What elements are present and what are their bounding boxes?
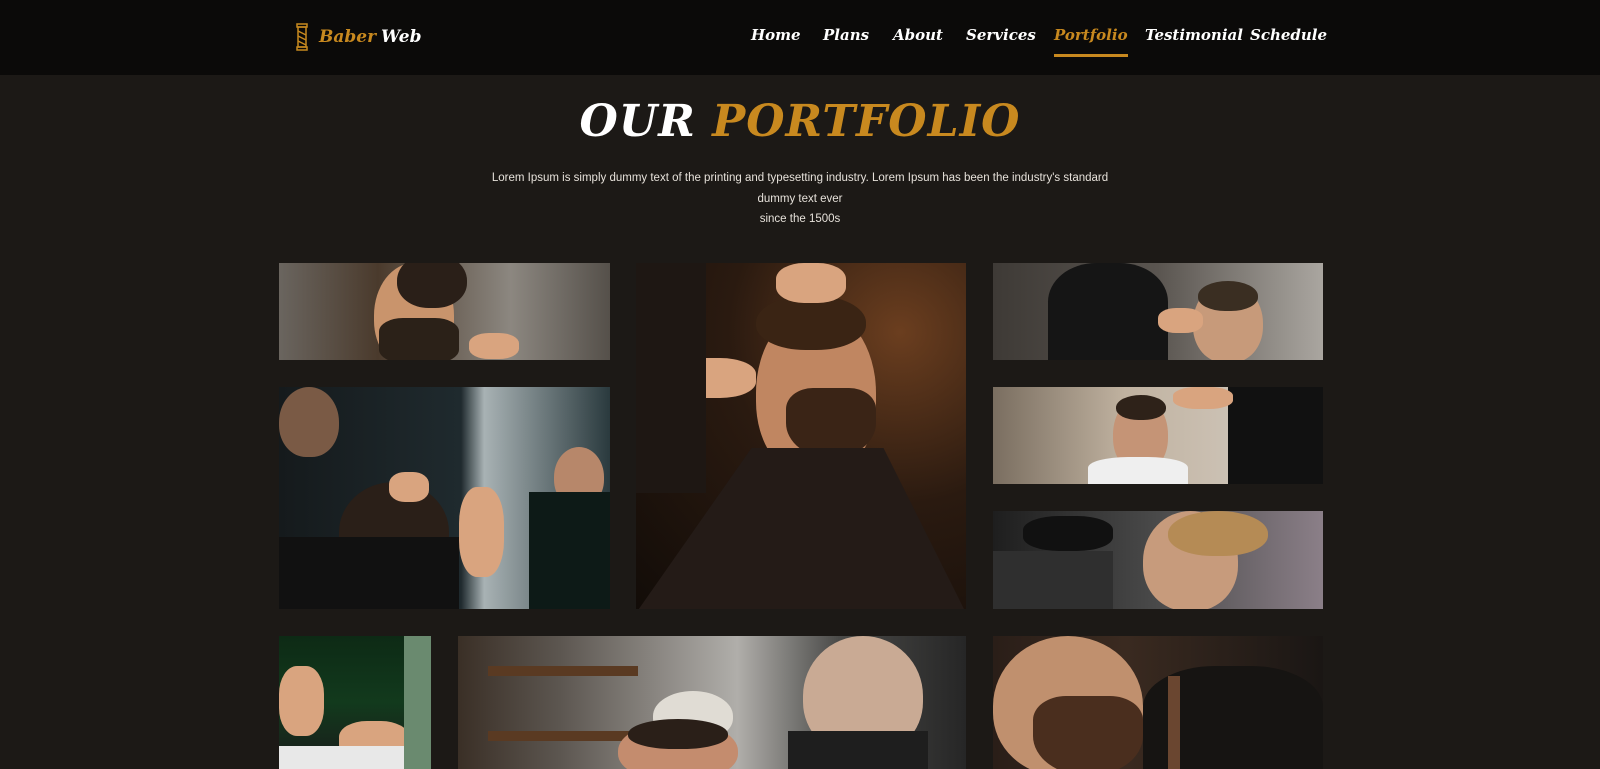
nav-link-plans[interactable]: Plans bbox=[823, 26, 869, 44]
section-description-line2: since the 1500s bbox=[759, 213, 841, 225]
nav-link-testimonial[interactable]: Testimonial bbox=[1145, 26, 1243, 44]
portfolio-image-2[interactable] bbox=[636, 263, 966, 609]
nav-link-services[interactable]: Services bbox=[966, 26, 1036, 44]
section-title-part2: PORTFOLIO bbox=[712, 96, 1021, 147]
portfolio-image-7[interactable] bbox=[279, 636, 431, 769]
portfolio-image-6[interactable] bbox=[993, 511, 1323, 609]
nav-link-schedule[interactable]: Schedule bbox=[1250, 26, 1327, 44]
section-title-part1: OUR bbox=[579, 96, 696, 147]
nav-link-about[interactable]: About bbox=[893, 26, 943, 44]
portfolio-image-5[interactable] bbox=[993, 387, 1323, 484]
nav-link-home[interactable]: Home bbox=[751, 26, 801, 44]
portfolio-image-9[interactable] bbox=[993, 636, 1323, 769]
navbar: Baber Web Home Plans About Services Portf… bbox=[0, 0, 1600, 75]
nav-link-portfolio[interactable]: Portfolio bbox=[1054, 26, 1128, 57]
portfolio-image-4[interactable] bbox=[279, 387, 610, 609]
section-description: Lorem Ipsum is simply dummy text of the … bbox=[474, 168, 1126, 230]
portfolio-image-1[interactable] bbox=[279, 263, 610, 360]
portfolio-image-3[interactable] bbox=[993, 263, 1323, 360]
portfolio-image-8[interactable] bbox=[458, 636, 966, 769]
section-description-line1: Lorem Ipsum is simply dummy text of the … bbox=[491, 172, 1109, 205]
section-title: OUR PORTFOLIO bbox=[0, 96, 1600, 147]
main-nav: Home Plans About Services Portfolio Test… bbox=[0, 26, 1600, 57]
